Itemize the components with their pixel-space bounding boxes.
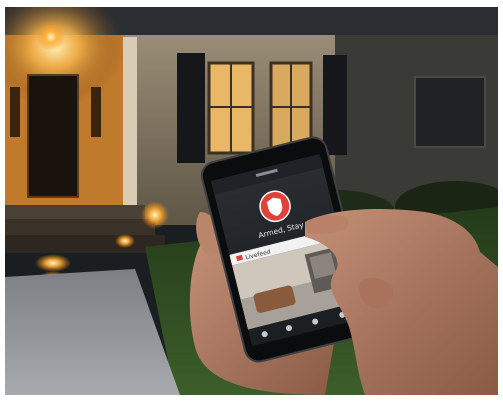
porch-lamp [37,23,65,51]
path-light-3 [141,201,169,229]
door-sidelight [10,87,20,137]
door-sidelight-right [91,87,101,137]
porch-column [123,37,137,227]
porch-step-2 [5,219,155,235]
shutter-left [177,53,205,163]
front-door [27,74,79,198]
shutter-right [323,55,347,155]
smart-home-photo: Armed, Stay Livefeed [5,7,498,395]
side-window [414,76,486,148]
porch-step-3 [5,235,165,253]
scene: Armed, Stay Livefeed [5,7,498,395]
porch-step-1 [5,205,145,219]
path-light-4 [115,234,135,248]
path-light-1 [35,254,71,272]
